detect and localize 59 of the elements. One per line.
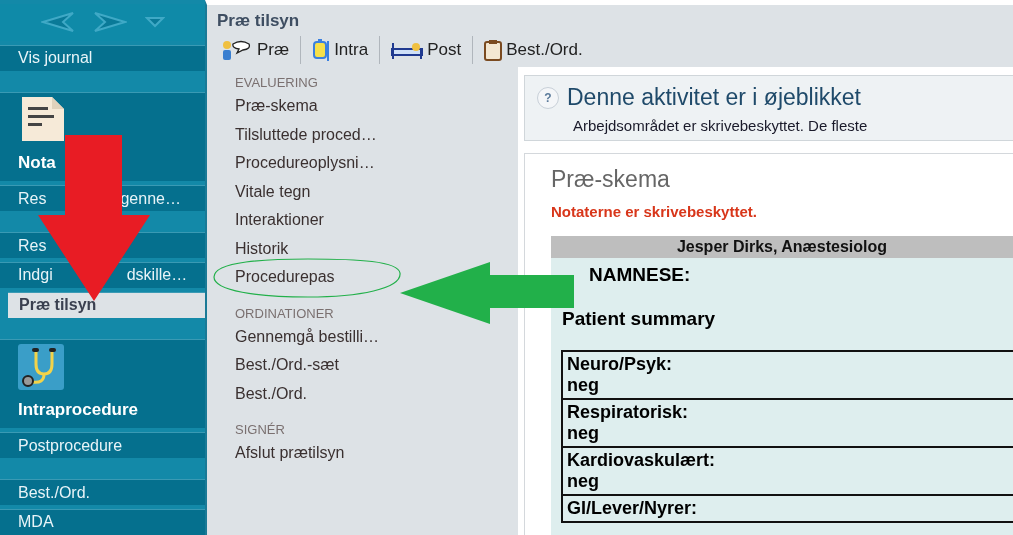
window-title: Præ tilsyn	[217, 11, 301, 31]
field-value: neg	[567, 375, 600, 396]
menu-link[interactable]: Gennemgå bestilli…	[235, 327, 380, 345]
activity-label: Nota	[18, 153, 56, 174]
sidebar-item[interactable]: Postprocedure	[0, 432, 205, 459]
banner-title: Denne aktivitet er i øjeblikket	[567, 84, 861, 111]
help-icon: ?	[537, 86, 559, 109]
dropdown-caret-icon[interactable]	[144, 16, 165, 29]
sidebar-item-text: Præ tilsyn	[19, 296, 97, 315]
forward-icon[interactable]	[92, 11, 127, 34]
menu-link[interactable]: Historik	[235, 239, 289, 257]
sidebar-item-text: Res	[18, 189, 47, 208]
sidebar-item-text: Best./Ord.	[18, 483, 91, 502]
field-value: neg	[567, 471, 600, 492]
iv-bag-icon	[312, 39, 331, 61]
back-icon[interactable]	[40, 11, 75, 34]
menu-link[interactable]: Præ-skema	[235, 97, 318, 114]
field-label: GI/Lever/Nyrer:	[567, 498, 699, 519]
menu-section-heading: SIGNÉR	[235, 422, 286, 437]
menu-link[interactable]: Tilsluttede proced…	[235, 125, 377, 143]
sidebar-item-text: Indgi	[18, 266, 53, 285]
menu-link[interactable]: Interaktioner	[235, 211, 324, 228]
subsection-heading: Patient summary	[562, 308, 717, 330]
toolbar-button[interactable]: Intra	[308, 39, 373, 61]
sidebar-item[interactable]: MDA	[0, 509, 205, 535]
stethoscope-icon	[18, 344, 64, 391]
section-heading: NAMNESE:	[589, 264, 692, 286]
sidebar-item[interactable]: Præ tilsyn	[8, 291, 205, 318]
sidebar-item-text: genne…	[120, 189, 181, 208]
toolbar-button[interactable]: Best./Ord.	[480, 39, 587, 61]
sidebar-item-text: Postprocedure	[18, 436, 123, 455]
menu-link[interactable]: Afslut prætilsyn	[235, 444, 345, 461]
field-label: Respiratorisk:	[567, 402, 690, 423]
field-value: neg	[567, 423, 600, 444]
menu-link[interactable]: Best./Ord.-sæt	[235, 356, 340, 373]
field-label: Kardiovaskulært:	[567, 450, 717, 471]
bed-icon	[391, 41, 424, 59]
menu-section-heading: ORDINATIONER	[235, 305, 335, 321]
sidebar-activity[interactable]: Intraprocedure	[0, 338, 205, 429]
warning-text: Notaterne er skrivebeskyttet.	[551, 203, 758, 220]
person-speech-icon	[221, 40, 253, 60]
clipboard-icon	[484, 39, 503, 61]
sidebar-item-text: dskille…	[126, 266, 188, 285]
menu-link[interactable]: Best./Ord.	[235, 384, 308, 402]
sidebar-item[interactable]: Best./Ord.	[0, 479, 205, 505]
menu-link[interactable]: Vitale tegn	[235, 182, 311, 200]
author-header: Jesper Dirks, Anæstesiolog	[551, 236, 1013, 258]
sidebar-item-text: Vis journal	[18, 49, 93, 68]
menu-link[interactable]: Procedureoplysni…	[235, 154, 375, 171]
menu-section-heading: EVALUERING	[235, 75, 319, 90]
sidebar-item-text: Res	[18, 236, 47, 255]
field-label: Neuro/Psyk:	[567, 354, 674, 375]
banner-text: Arbejdsområdet er skrivebeskyttet. De fleste	[573, 117, 869, 134]
form-title: Præ-skema	[551, 166, 671, 193]
activity-label: Intraprocedure	[18, 400, 138, 421]
toolbar-button[interactable]: Post	[387, 40, 466, 60]
toolbar-button[interactable]: Præ	[217, 40, 294, 60]
sidebar-item-text: MDA	[18, 513, 54, 532]
sidebar-item[interactable]: Vis journal	[0, 44, 205, 71]
